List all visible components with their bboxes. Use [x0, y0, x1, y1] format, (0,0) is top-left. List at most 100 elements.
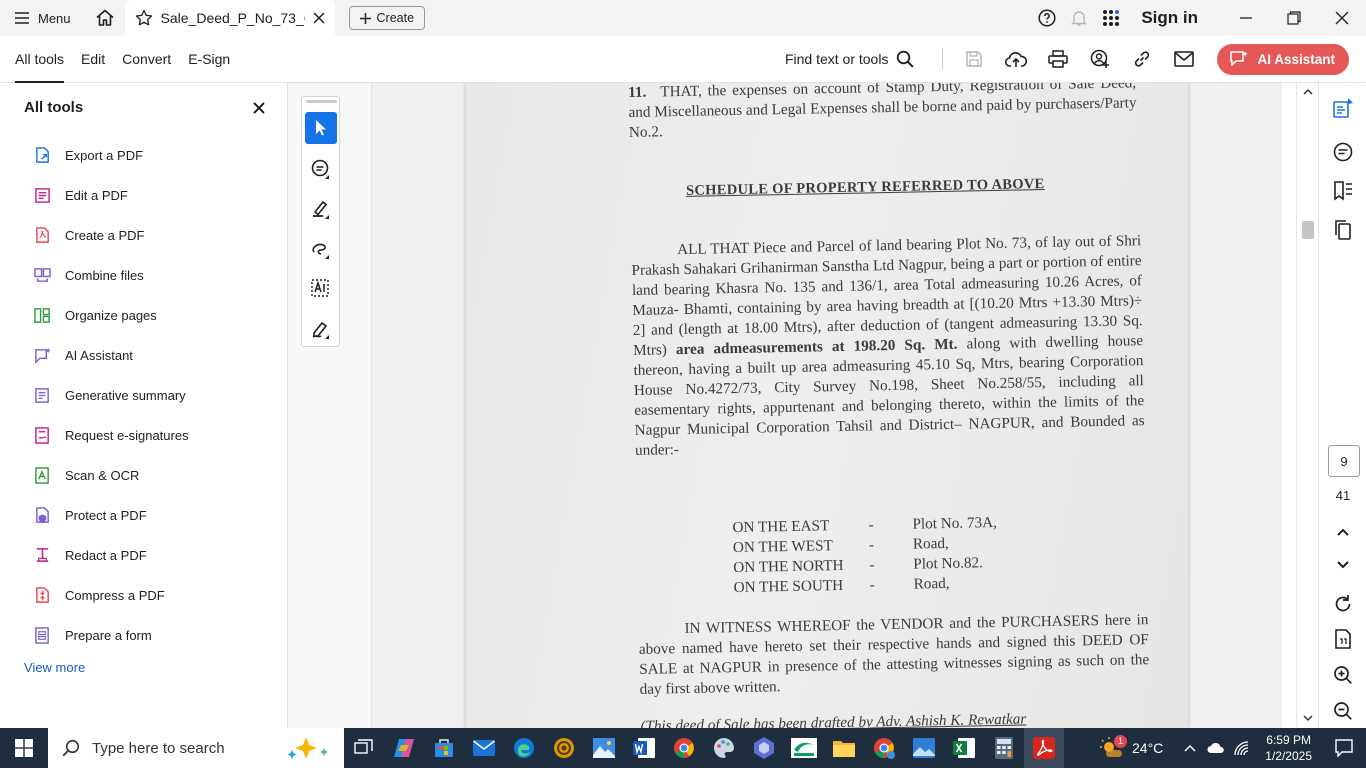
close-panel-icon[interactable] — [252, 101, 266, 115]
start-button[interactable] — [0, 728, 48, 768]
tool-item-ai-assistant[interactable]: AI Assistant — [34, 343, 133, 367]
tool-item-request-esignatures[interactable]: Request e-signatures — [34, 423, 189, 447]
chrome-profile-app[interactable] — [864, 728, 904, 768]
tool-item-edit-pdf[interactable]: Edit a PDF — [34, 183, 128, 207]
bound-value: Plot No. 73A, — [912, 514, 998, 533]
share-user-button[interactable] — [1079, 36, 1121, 83]
star-icon[interactable] — [135, 9, 153, 27]
scroll-down-icon[interactable] — [1303, 714, 1313, 722]
fit-page-button[interactable] — [1331, 627, 1355, 651]
notification-center-button[interactable] — [1322, 728, 1366, 768]
chrome-app[interactable] — [664, 728, 704, 768]
document-tab[interactable]: Sale_Deed_P_No_73_G... — [124, 0, 335, 36]
tab-convert[interactable]: Convert — [122, 36, 188, 83]
close-tab-icon[interactable] — [313, 12, 325, 24]
tool-item-organize-pages[interactable]: Organize pages — [34, 303, 157, 327]
word-app[interactable] — [624, 728, 664, 768]
rotate-button[interactable] — [1331, 592, 1355, 616]
taskbar-search[interactable]: Type here to search — [48, 728, 344, 768]
select-tool-button[interactable] — [305, 112, 337, 144]
network-button[interactable] — [1229, 728, 1255, 768]
restore-button[interactable] — [1270, 0, 1318, 36]
photos-app[interactable] — [584, 728, 624, 768]
tab-edit[interactable]: Edit — [81, 36, 122, 83]
request-esignatures-icon — [35, 426, 49, 444]
notifications-button[interactable] — [1063, 0, 1095, 36]
paint-app[interactable] — [704, 728, 744, 768]
vertical-scrollbar[interactable] — [1296, 83, 1318, 728]
upload-button[interactable] — [995, 36, 1037, 83]
find-tools-button[interactable]: Find text or tools — [785, 50, 933, 68]
tool-item-compress-pdf[interactable]: Compress a PDF — [34, 583, 165, 607]
tally-app[interactable] — [784, 728, 824, 768]
tool-item-combine-files[interactable]: Combine files — [34, 263, 144, 287]
link-button[interactable] — [1121, 36, 1163, 83]
microsoft-store-app[interactable] — [424, 728, 464, 768]
photos-viewer-app[interactable] — [904, 728, 944, 768]
strip-drag-handle[interactable] — [306, 100, 337, 103]
copilot-app[interactable] — [384, 728, 424, 768]
ai-assistant-button[interactable]: AI Assistant — [1217, 43, 1349, 75]
file-explorer-app[interactable] — [824, 728, 864, 768]
help-button[interactable] — [1031, 0, 1063, 36]
tool-item-prepare-form[interactable]: Prepare a form — [34, 623, 152, 647]
show-hidden-icons-button[interactable] — [1177, 728, 1203, 768]
excel-app[interactable] — [944, 728, 984, 768]
document-viewport[interactable]: 11. THAT, the expenses on account of Stam… — [372, 83, 1282, 728]
edge-browser-app[interactable] — [504, 728, 544, 768]
view-more-link[interactable]: View more — [24, 660, 85, 675]
acrobat-app[interactable] — [1024, 728, 1064, 768]
shield-app[interactable] — [744, 728, 784, 768]
clock-date: 1/2/2025 — [1265, 749, 1312, 763]
mail-app[interactable] — [464, 728, 504, 768]
scroll-up-icon[interactable] — [1303, 88, 1313, 96]
menu-button[interactable]: Menu — [0, 0, 85, 36]
toolbar-divider — [942, 48, 944, 70]
text-select-tool-button[interactable] — [305, 273, 337, 305]
ai-assistant-icon — [35, 347, 51, 364]
draw-tool-button[interactable] — [305, 233, 337, 265]
save-button[interactable] — [953, 36, 995, 83]
minimize-button[interactable] — [1222, 0, 1270, 36]
sign-in-button[interactable]: Sign in — [1127, 8, 1222, 28]
zoom-out-button[interactable] — [1331, 699, 1355, 723]
weather-widget[interactable]: 1 24°C — [1100, 735, 1177, 759]
onedrive-button[interactable] — [1203, 728, 1229, 768]
tool-item-generative-summary[interactable]: Generative summary — [34, 383, 186, 407]
highlight-tool-button[interactable] — [305, 193, 337, 225]
next-page-button[interactable] — [1331, 553, 1355, 577]
tool-item-redact-pdf[interactable]: Redact a PDF — [34, 543, 147, 567]
calculator-app[interactable] — [984, 728, 1024, 768]
tab-all-tools[interactable]: All tools — [0, 36, 81, 83]
sign-tool-button[interactable] — [305, 313, 337, 345]
bookmarks-rail-button[interactable] — [1331, 179, 1355, 203]
bound-dash: - — [869, 576, 875, 594]
tool-item-scan-ocr[interactable]: Scan & OCR — [34, 463, 139, 487]
task-view-button[interactable] — [344, 728, 384, 768]
tool-item-protect-pdf[interactable]: Protect a PDF — [34, 503, 147, 527]
home-button[interactable] — [85, 0, 125, 36]
security-app[interactable] — [544, 728, 584, 768]
comment-tool-button[interactable] — [305, 153, 337, 185]
current-page-input[interactable]: 9 — [1328, 445, 1360, 477]
comments-rail-button[interactable] — [1331, 140, 1355, 164]
close-window-button[interactable] — [1318, 0, 1366, 36]
scrollbar-thumb[interactable] — [1302, 221, 1314, 239]
task-view-icon — [354, 739, 373, 754]
search-icon — [897, 50, 914, 68]
zoom-in-button[interactable] — [1331, 663, 1355, 687]
tool-item-label: Compress a PDF — [65, 587, 165, 603]
windows-logo-icon — [15, 739, 33, 757]
apps-button[interactable] — [1095, 0, 1127, 36]
tab-esign[interactable]: E-Sign — [188, 36, 247, 83]
tool-item-create-pdf[interactable]: Create a PDF — [34, 223, 144, 247]
system-clock[interactable]: 6:59 PM 1/2/2025 — [1255, 732, 1322, 764]
restore-icon — [1287, 11, 1301, 25]
email-button[interactable] — [1163, 36, 1205, 83]
previous-page-button[interactable] — [1331, 520, 1355, 544]
edit-pdf-rail-button[interactable] — [1331, 96, 1355, 120]
create-button[interactable]: Create — [348, 6, 426, 30]
tool-item-export-pdf[interactable]: Export a PDF — [34, 143, 143, 167]
pages-rail-button[interactable] — [1331, 218, 1355, 242]
print-button[interactable] — [1037, 36, 1079, 83]
